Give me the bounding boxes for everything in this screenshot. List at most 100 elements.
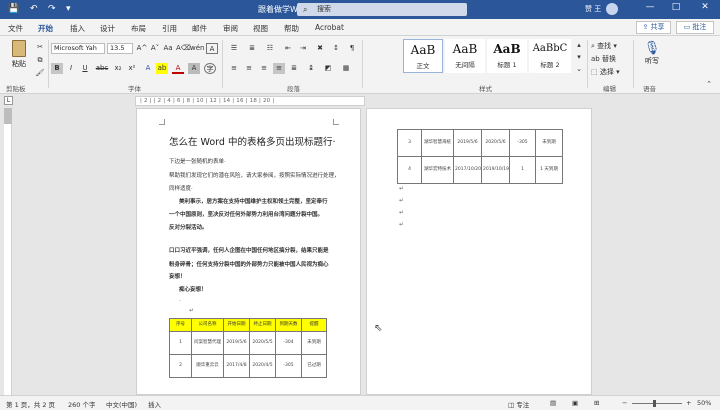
table-header-cell[interactable]: 开始日期: [223, 318, 250, 332]
body-paragraph[interactable]: 同样适度·: [169, 184, 193, 192]
subscript-button[interactable]: x₂: [112, 63, 124, 74]
tab-mailings[interactable]: 邮件: [192, 23, 207, 34]
customize-qa-icon[interactable]: ▾: [66, 3, 71, 15]
table-cell[interactable]: 湖华智慧海统: [421, 129, 454, 157]
table-header-cell[interactable]: 到期天数: [275, 318, 302, 332]
table-cell[interactable]: 湖华宏特技术: [421, 156, 454, 184]
copy-icon[interactable]: ⧉: [34, 55, 46, 66]
enclose-characters-button[interactable]: 字: [204, 63, 216, 74]
format-painter-icon[interactable]: 🖌: [34, 68, 46, 79]
tab-insert[interactable]: 插入: [70, 23, 85, 34]
table-header-cell[interactable]: 序号: [169, 318, 192, 332]
font-size-select[interactable]: 13.5: [107, 43, 133, 54]
table-cell[interactable]: 2017/4/8: [223, 354, 250, 378]
ruler-scale[interactable]: | 2 | | 2 | 4 | 6 | 8 | 10 | 12 | 14 | 1…: [135, 96, 365, 106]
multilevel-list-icon[interactable]: ☷: [264, 43, 276, 54]
zoom-level[interactable]: 50%: [697, 399, 711, 407]
tab-view[interactable]: 视图: [253, 23, 268, 34]
table-cell[interactable]: 3: [397, 129, 422, 157]
body-paragraph[interactable]: 妄想！: [169, 272, 186, 280]
align-right-icon[interactable]: ≡: [258, 63, 270, 74]
replace-button[interactable]: ab 替换: [591, 54, 616, 64]
bold-button[interactable]: B: [51, 63, 63, 74]
table-cell[interactable]: 未到期: [301, 331, 327, 355]
body-paragraph[interactable]: 帮助我们发现它们的潜在风险，请大家参阅，按照实际情况进行处理，: [169, 171, 340, 179]
zoom-out-button[interactable]: −: [622, 399, 627, 407]
paste-button[interactable]: 粘贴: [8, 40, 30, 72]
highlight-button[interactable]: ab: [156, 63, 168, 74]
user-name[interactable]: 赞 王: [585, 4, 601, 14]
body-paragraph[interactable]: 粉身碎骨；任何支持分裂中国的外部势力只能被中国人民视为痴心: [169, 260, 329, 268]
body-paragraph[interactable]: 痴心妄想！: [179, 285, 207, 293]
document-table[interactable]: 序号 公司名称 开始日期 终止日期 到期天数 提醒 1 问案智慧代理 2019/…: [169, 318, 327, 378]
maximize-button[interactable]: □: [666, 2, 686, 12]
share-button[interactable]: ⇪ 共享: [636, 21, 671, 34]
redo-icon[interactable]: ↷: [48, 3, 56, 15]
chinese-layout-icon[interactable]: ✖: [314, 43, 326, 54]
change-case-button[interactable]: Aa: [162, 43, 174, 54]
body-paragraph[interactable]: 反对分裂活动。: [169, 223, 208, 231]
italic-button[interactable]: I: [65, 63, 77, 74]
table-cell[interactable]: 2019/5/6: [453, 129, 482, 157]
styles-more-icon[interactable]: ⌄: [573, 64, 585, 75]
table-cell[interactable]: -305: [275, 354, 302, 378]
table-cell[interactable]: 2: [169, 354, 192, 378]
avatar[interactable]: [606, 3, 618, 15]
find-button[interactable]: ⌕ 查找 ▾: [591, 41, 617, 51]
table-header-cell[interactable]: 终止日期: [249, 318, 276, 332]
styles-scroll-down-icon[interactable]: ▾: [573, 52, 585, 63]
autosave-icon[interactable]: 💾: [8, 3, 19, 15]
language-status[interactable]: 中文(中国): [106, 399, 137, 409]
table-cell[interactable]: 1: [509, 156, 536, 184]
table-cell[interactable]: 2020/5/6: [481, 129, 510, 157]
style-no-spacing[interactable]: AaB 无间隔: [445, 39, 485, 73]
document-page-1[interactable]: 怎么在 Word 中的表格多页出现标题行· 下边是一张随机的表单· 帮助我们发现…: [136, 108, 361, 395]
table-cell[interactable]: 2017/10/20: [453, 156, 482, 184]
table-cell[interactable]: 已过期: [301, 354, 327, 378]
web-layout-icon[interactable]: ⊞: [594, 399, 599, 407]
dictate-button[interactable]: 🎙 听写: [640, 41, 664, 66]
tab-design[interactable]: 设计: [100, 23, 115, 34]
shading-icon[interactable]: ◩: [322, 63, 334, 74]
word-count[interactable]: 260 个字: [68, 399, 95, 409]
table-cell[interactable]: 2020/4/5: [249, 354, 276, 378]
increase-indent-icon[interactable]: ⇥: [297, 43, 309, 54]
font-name-select[interactable]: Microsoft Yah: [51, 43, 105, 54]
phonetic-guide-button[interactable]: wén: [190, 43, 204, 54]
align-center-icon[interactable]: ≡: [243, 63, 255, 74]
zoom-in-button[interactable]: +: [686, 399, 691, 407]
character-border-button[interactable]: A: [206, 43, 218, 54]
text-effects-icon[interactable]: A: [142, 63, 154, 74]
font-color-button[interactable]: A: [172, 63, 184, 74]
select-button[interactable]: ⬚ 选择 ▾: [591, 67, 620, 77]
body-paragraph[interactable]: 一个中国原则，坚决反对任何外部势力利用台湾问题分裂中国。: [169, 210, 323, 218]
close-button[interactable]: ✕: [695, 2, 715, 12]
zoom-slider[interactable]: [632, 403, 682, 404]
sort-icon[interactable]: ↕: [330, 43, 342, 54]
table-cell[interactable]: 1: [169, 331, 192, 355]
line-spacing-icon[interactable]: ↨: [305, 63, 317, 74]
comments-button[interactable]: ▭ 批注: [676, 21, 714, 34]
tab-file[interactable]: 文件: [8, 23, 23, 34]
table-cell[interactable]: 问案智慧代理: [191, 331, 224, 355]
table-cell[interactable]: 4: [397, 156, 422, 184]
focus-button[interactable]: ◫ 专注: [508, 399, 529, 409]
style-heading-1[interactable]: AaB 标题 1: [487, 39, 527, 73]
table-cell[interactable]: 顺华重云云: [191, 354, 224, 378]
search-input[interactable]: ⌕ 搜索: [297, 3, 467, 16]
table-header-cell[interactable]: 公司名称: [191, 318, 224, 332]
shrink-font-button[interactable]: A˅: [149, 43, 161, 54]
justify-icon[interactable]: ≡: [273, 63, 285, 74]
document-page-2[interactable]: 3 湖华智慧海统 2019/5/6 2020/5/6 -305 未到期 4 湖华…: [366, 108, 592, 395]
bullets-icon[interactable]: ☰: [228, 43, 240, 54]
tab-layout[interactable]: 布局: [131, 23, 146, 34]
cut-icon[interactable]: ✂: [34, 42, 46, 53]
align-left-icon[interactable]: ≡: [228, 63, 240, 74]
document-table-continued[interactable]: 3 湖华智慧海统 2019/5/6 2020/5/6 -305 未到期 4 湖华…: [397, 129, 563, 184]
distributed-icon[interactable]: ≣: [288, 63, 300, 74]
style-normal[interactable]: AaB 正文: [403, 39, 443, 73]
tab-review[interactable]: 审阅: [223, 23, 238, 34]
body-paragraph[interactable]: 口口习近平强调，任何人企图在中国任何地区搞分裂，结果只能是: [169, 246, 329, 254]
undo-icon[interactable]: ↶: [30, 3, 38, 15]
strikethrough-button[interactable]: abc: [94, 63, 110, 74]
